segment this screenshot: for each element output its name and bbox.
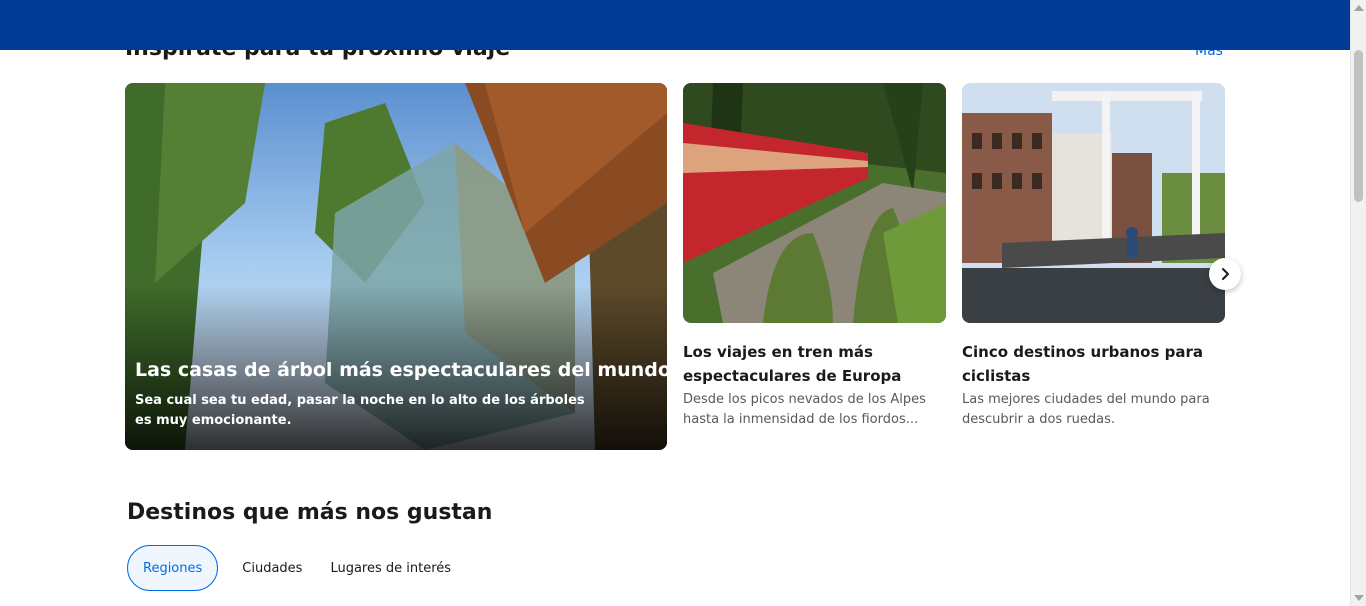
article-title-cycling: Cinco destinos urbanos para ciclistas [962, 343, 1203, 385]
article-description-cycling: Las mejores ciudades del mundo para desc… [962, 392, 1210, 427]
article-card-cycling[interactable]: Cinco destinos urbanos para ciclistas La… [962, 83, 1225, 430]
vertical-scrollbar[interactable] [1350, 0, 1366, 606]
destinations-section-title: Destinos que más nos gustan [127, 500, 493, 525]
featured-article-description: Sea cual sea tu edad, pasar la noche en … [135, 393, 585, 428]
article-image-trains [683, 83, 946, 323]
site-header-bar [0, 0, 1350, 50]
chevron-right-icon [1222, 268, 1229, 280]
tab-ciudades[interactable]: Ciudades [228, 545, 316, 591]
scroll-down-arrow-icon[interactable] [1354, 595, 1364, 601]
destinations-tabs: Regiones Ciudades Lugares de interés [127, 545, 465, 591]
article-description-trains: Desde los picos nevados de los Alpes has… [683, 392, 926, 427]
article-image-cycling [962, 83, 1225, 323]
scrollbar-thumb[interactable] [1354, 50, 1363, 202]
scroll-up-arrow-icon[interactable] [1354, 5, 1364, 11]
carousel-next-button[interactable] [1209, 258, 1241, 290]
tab-lugares-de-interes[interactable]: Lugares de interés [316, 545, 465, 591]
article-title-trains: Los viajes en tren más espectaculares de… [683, 343, 902, 385]
page: Inspírate para tu próximo viaje Más [0, 0, 1366, 606]
tab-regiones[interactable]: Regiones [127, 545, 219, 591]
featured-article-card[interactable]: Las casas de árbol más espectaculares de… [125, 83, 667, 450]
article-card-trains[interactable]: Los viajes en tren más espectaculares de… [683, 83, 946, 430]
featured-article-title: Las casas de árbol más espectaculares de… [135, 359, 667, 381]
